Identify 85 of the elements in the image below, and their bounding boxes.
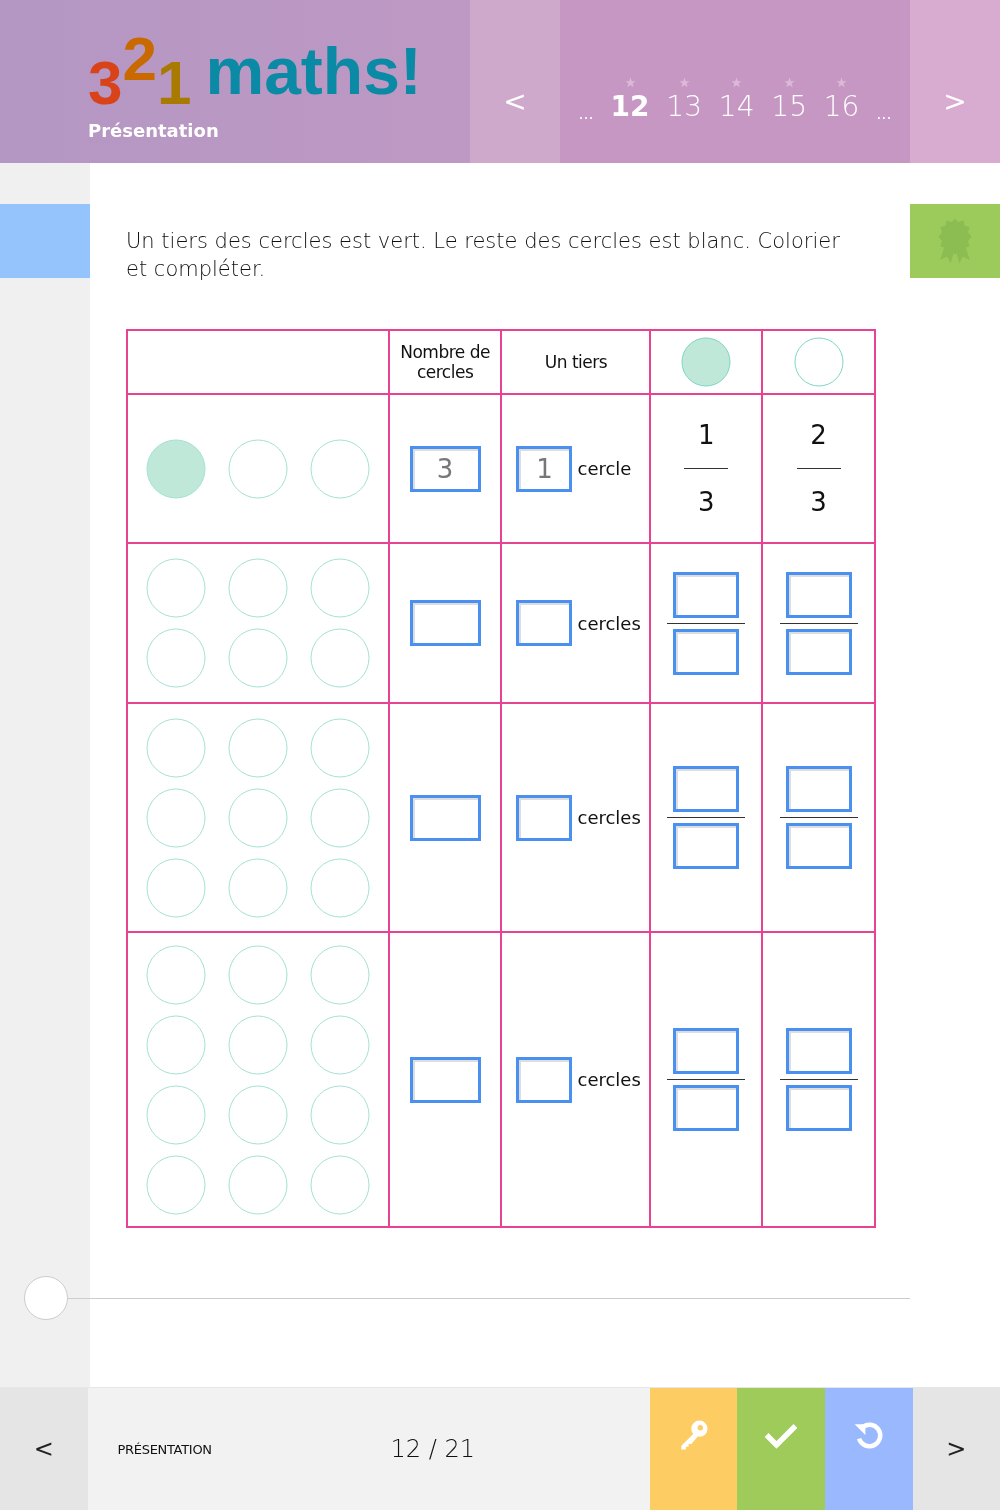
colorable-circle[interactable] <box>145 1084 206 1145</box>
colorable-circle[interactable] <box>145 628 206 688</box>
denominator-field[interactable] <box>785 1085 852 1131</box>
colorable-circle[interactable] <box>145 717 206 778</box>
star-icon <box>731 77 743 88</box>
colorable-circle[interactable] <box>309 717 370 778</box>
colorable-circle[interactable] <box>227 1014 288 1075</box>
unit-label: cercle <box>577 458 632 479</box>
colorable-circle[interactable] <box>309 438 370 499</box>
colorable-circle[interactable] <box>145 438 206 499</box>
numerator-field[interactable] <box>673 1028 740 1074</box>
input-field[interactable] <box>516 1056 573 1103</box>
numerator: 2 <box>810 419 827 452</box>
colorable-circle[interactable] <box>227 1154 288 1215</box>
denominator-field[interactable] <box>673 628 740 675</box>
numerator-field[interactable] <box>785 766 852 812</box>
logo-digits: 321 <box>88 23 192 118</box>
colorable-circle[interactable] <box>145 558 206 618</box>
colorable-circle[interactable] <box>309 857 370 918</box>
star-icon <box>678 77 690 88</box>
numerator: 1 <box>698 419 715 452</box>
input-field[interactable]: 1 <box>516 445 573 492</box>
page-counter: 12 / 21 <box>389 1435 476 1463</box>
star-icon <box>836 77 848 88</box>
denominator-field[interactable] <box>785 823 852 869</box>
unit-label: cercles <box>577 807 641 828</box>
unit-label: cercles <box>577 612 641 634</box>
colorable-circle[interactable] <box>227 628 288 688</box>
page-number[interactable]: 15 <box>771 90 807 123</box>
colorable-circle[interactable] <box>309 1084 370 1145</box>
colorable-circle[interactable] <box>309 787 370 848</box>
page-number[interactable]: 13 <box>666 90 702 123</box>
colorable-circle[interactable] <box>309 944 370 1005</box>
denominator: 3 <box>810 486 827 519</box>
previous-button[interactable]: < <box>0 1388 88 1510</box>
input-field[interactable] <box>409 600 481 646</box>
page-number[interactable]: 14 <box>718 90 755 123</box>
question-text: Un tiers des cercles est vert. Le reste des cercles est blanc. Colorier et compléter. <box>126 228 841 283</box>
logo-word: maths! <box>205 38 422 104</box>
denominator-field[interactable] <box>673 823 740 869</box>
ellipsis: ... <box>876 104 892 123</box>
input-field[interactable]: 3 <box>409 445 481 492</box>
solution-button[interactable] <box>649 1388 738 1510</box>
denominator: 3 <box>698 486 715 519</box>
section-title: Présentation <box>88 120 220 141</box>
colorable-circle[interactable] <box>309 1014 370 1075</box>
numerator-field[interactable] <box>673 766 740 812</box>
colorable-circle[interactable] <box>309 628 370 688</box>
colorable-circle[interactable] <box>227 1084 288 1145</box>
section-label: PRÉSENTATION <box>116 1441 213 1457</box>
star-icon <box>624 77 636 88</box>
numerator-field[interactable] <box>785 1028 852 1074</box>
colorable-circle[interactable] <box>145 787 206 848</box>
colorable-circle[interactable] <box>227 857 288 918</box>
colorable-circle[interactable] <box>145 944 206 1005</box>
next-button[interactable]: > <box>912 1388 1000 1510</box>
colorable-circle[interactable] <box>145 857 206 918</box>
column-heading: Nombre de cercles <box>399 342 491 382</box>
colorable-circle[interactable] <box>145 1014 206 1075</box>
column-heading: Un tiers <box>544 352 608 372</box>
denominator-field[interactable] <box>673 1085 740 1131</box>
input-field[interactable] <box>409 794 481 841</box>
colorable-circle[interactable] <box>145 1154 206 1215</box>
denominator-field[interactable] <box>785 628 852 675</box>
input-field[interactable] <box>409 1056 481 1103</box>
previous-page-button[interactable]: < <box>470 0 560 163</box>
reset-button[interactable] <box>825 1388 913 1510</box>
colorable-circle[interactable] <box>227 787 288 848</box>
colorable-circle[interactable] <box>227 438 288 499</box>
colorable-circle[interactable] <box>227 944 288 1005</box>
numerator-field[interactable] <box>673 571 740 618</box>
page-number[interactable]: 16 <box>823 90 860 123</box>
next-page-button[interactable]: > <box>910 0 1000 163</box>
colorable-circle[interactable] <box>227 717 288 778</box>
input-field[interactable] <box>516 794 573 841</box>
ellipsis: ... <box>578 104 594 123</box>
numerator-field[interactable] <box>785 571 852 618</box>
unit-label: cercles <box>577 1069 641 1090</box>
check-button[interactable] <box>737 1388 825 1510</box>
star-icon <box>783 77 795 88</box>
colorable-circle[interactable] <box>227 558 288 618</box>
colorable-circle[interactable] <box>309 1154 370 1215</box>
input-field[interactable] <box>516 600 573 646</box>
colorable-circle[interactable] <box>309 558 370 618</box>
page-number[interactable]: 12 <box>610 90 650 123</box>
